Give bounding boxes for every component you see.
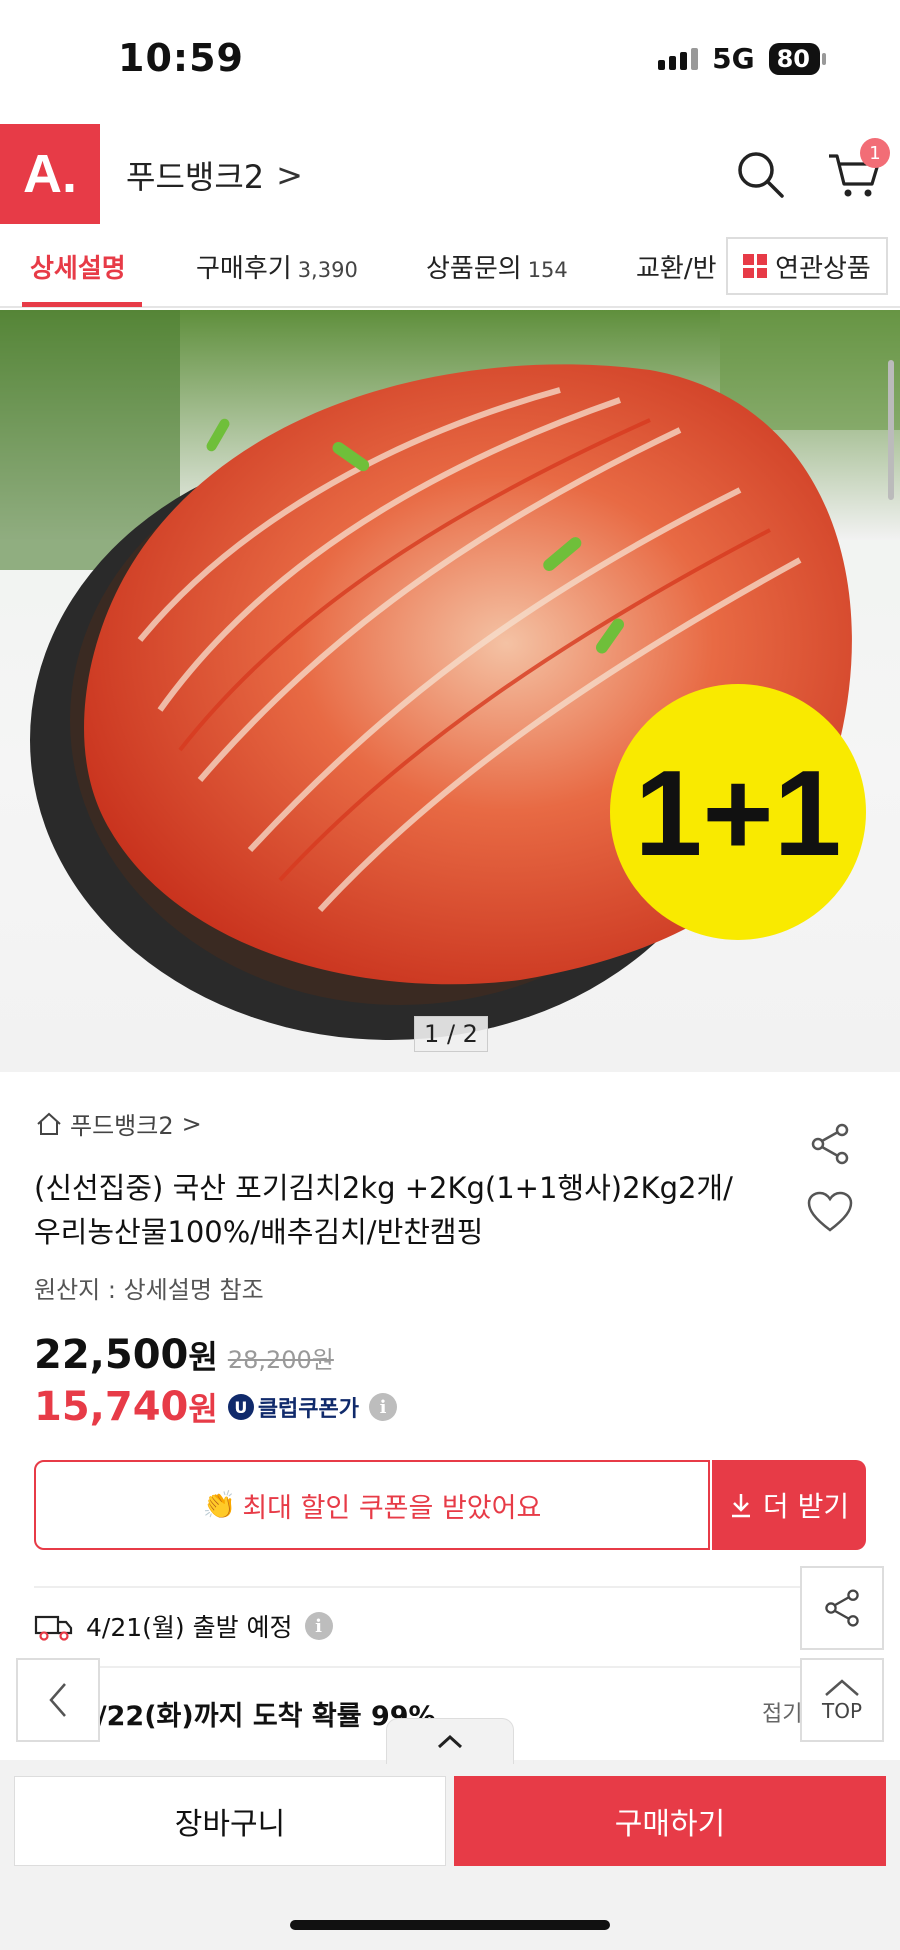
divider xyxy=(34,1666,866,1668)
breadcrumb-store[interactable]: 푸드뱅크2 > xyxy=(36,1106,202,1141)
list-price: 22,500원 xyxy=(34,1332,218,1378)
price-row: 22,500원 28,200원 xyxy=(34,1332,334,1378)
sale-price-row: 15,740원 U 클럽쿠폰가 i xyxy=(34,1384,398,1430)
back-button[interactable] xyxy=(16,1658,100,1742)
home-indicator[interactable] xyxy=(290,1920,610,1930)
battery-icon: 80 xyxy=(768,42,827,75)
fold-toggle[interactable]: 접기 xyxy=(762,1696,802,1728)
app-logo[interactable]: A. xyxy=(0,124,100,224)
heart-icon[interactable] xyxy=(806,1190,854,1234)
cart-count-badge: 1 xyxy=(860,138,890,168)
product-image[interactable]: 1+1 xyxy=(0,310,900,1072)
scrollbar[interactable] xyxy=(888,360,894,500)
related-products-button[interactable]: 연관상품 xyxy=(726,237,888,295)
original-price: 28,200원 xyxy=(227,1346,334,1374)
network-label: 5G xyxy=(712,42,755,75)
add-to-cart-button[interactable]: 장바구니 xyxy=(14,1776,446,1866)
download-icon xyxy=(731,1494,750,1518)
chevron-up-icon xyxy=(437,1734,463,1748)
club-u-icon: U xyxy=(227,1394,254,1420)
buy-now-button[interactable]: 구매하기 xyxy=(454,1776,886,1866)
sale-price: 15,740원 xyxy=(34,1384,218,1430)
chevron-right-icon: > xyxy=(276,156,303,194)
scroll-top-button[interactable]: TOP xyxy=(800,1658,884,1742)
status-time: 10:59 xyxy=(118,36,244,80)
floating-share-button[interactable] xyxy=(800,1566,884,1650)
info-icon[interactable]: i xyxy=(304,1612,333,1640)
store-name: 푸드뱅크2 xyxy=(126,158,265,196)
club-coupon-label: U 클럽쿠폰가 xyxy=(227,1391,359,1423)
tab-detail[interactable]: 상세설명 xyxy=(30,248,126,285)
truck-icon xyxy=(34,1615,73,1641)
tab-reviews[interactable]: 구매후기 3,390 xyxy=(196,248,358,285)
shipping-info: 4/21(월) 출발 예정 i xyxy=(34,1608,333,1644)
home-icon xyxy=(37,1112,61,1135)
chevron-up-icon xyxy=(825,1679,859,1696)
tab-exchange[interactable]: 교환/반 xyxy=(636,248,717,285)
chevron-right-icon: > xyxy=(181,1109,202,1138)
grid-icon xyxy=(743,254,768,278)
promo-badge: 1+1 xyxy=(634,745,842,881)
info-icon[interactable]: i xyxy=(369,1393,398,1421)
share-icon xyxy=(825,1589,859,1627)
chevron-left-icon xyxy=(49,1683,66,1717)
share-icon[interactable] xyxy=(806,1120,854,1168)
kimchi-photo xyxy=(0,310,900,1040)
origin-info: 원산지 : 상세설명 참조 xyxy=(34,1276,264,1304)
product-title: (신선집중) 국산 포기김치2kg +2Kg(1+1행사)2Kg2개/우리농산물… xyxy=(34,1171,733,1249)
store-name-link[interactable]: 푸드뱅크2 > xyxy=(126,152,303,198)
signal-icon xyxy=(658,47,699,70)
coupon-received-banner: 👏 최대 할인 쿠폰을 받았어요 xyxy=(34,1460,710,1550)
image-page-indicator: 1 / 2 xyxy=(414,1016,488,1052)
arrival-estimate: 4/22(화)까지 도착 확률 99% xyxy=(78,1701,436,1732)
active-tab-indicator xyxy=(22,302,142,307)
more-coupon-button[interactable]: 더 받기 xyxy=(712,1460,866,1550)
expand-handle[interactable] xyxy=(386,1718,514,1764)
tab-qna[interactable]: 상품문의 154 xyxy=(426,248,568,285)
divider xyxy=(34,1586,866,1588)
search-icon[interactable] xyxy=(734,148,786,200)
status-indicators: 5G 80 xyxy=(658,42,827,75)
clap-icon: 👏 xyxy=(202,1490,237,1521)
